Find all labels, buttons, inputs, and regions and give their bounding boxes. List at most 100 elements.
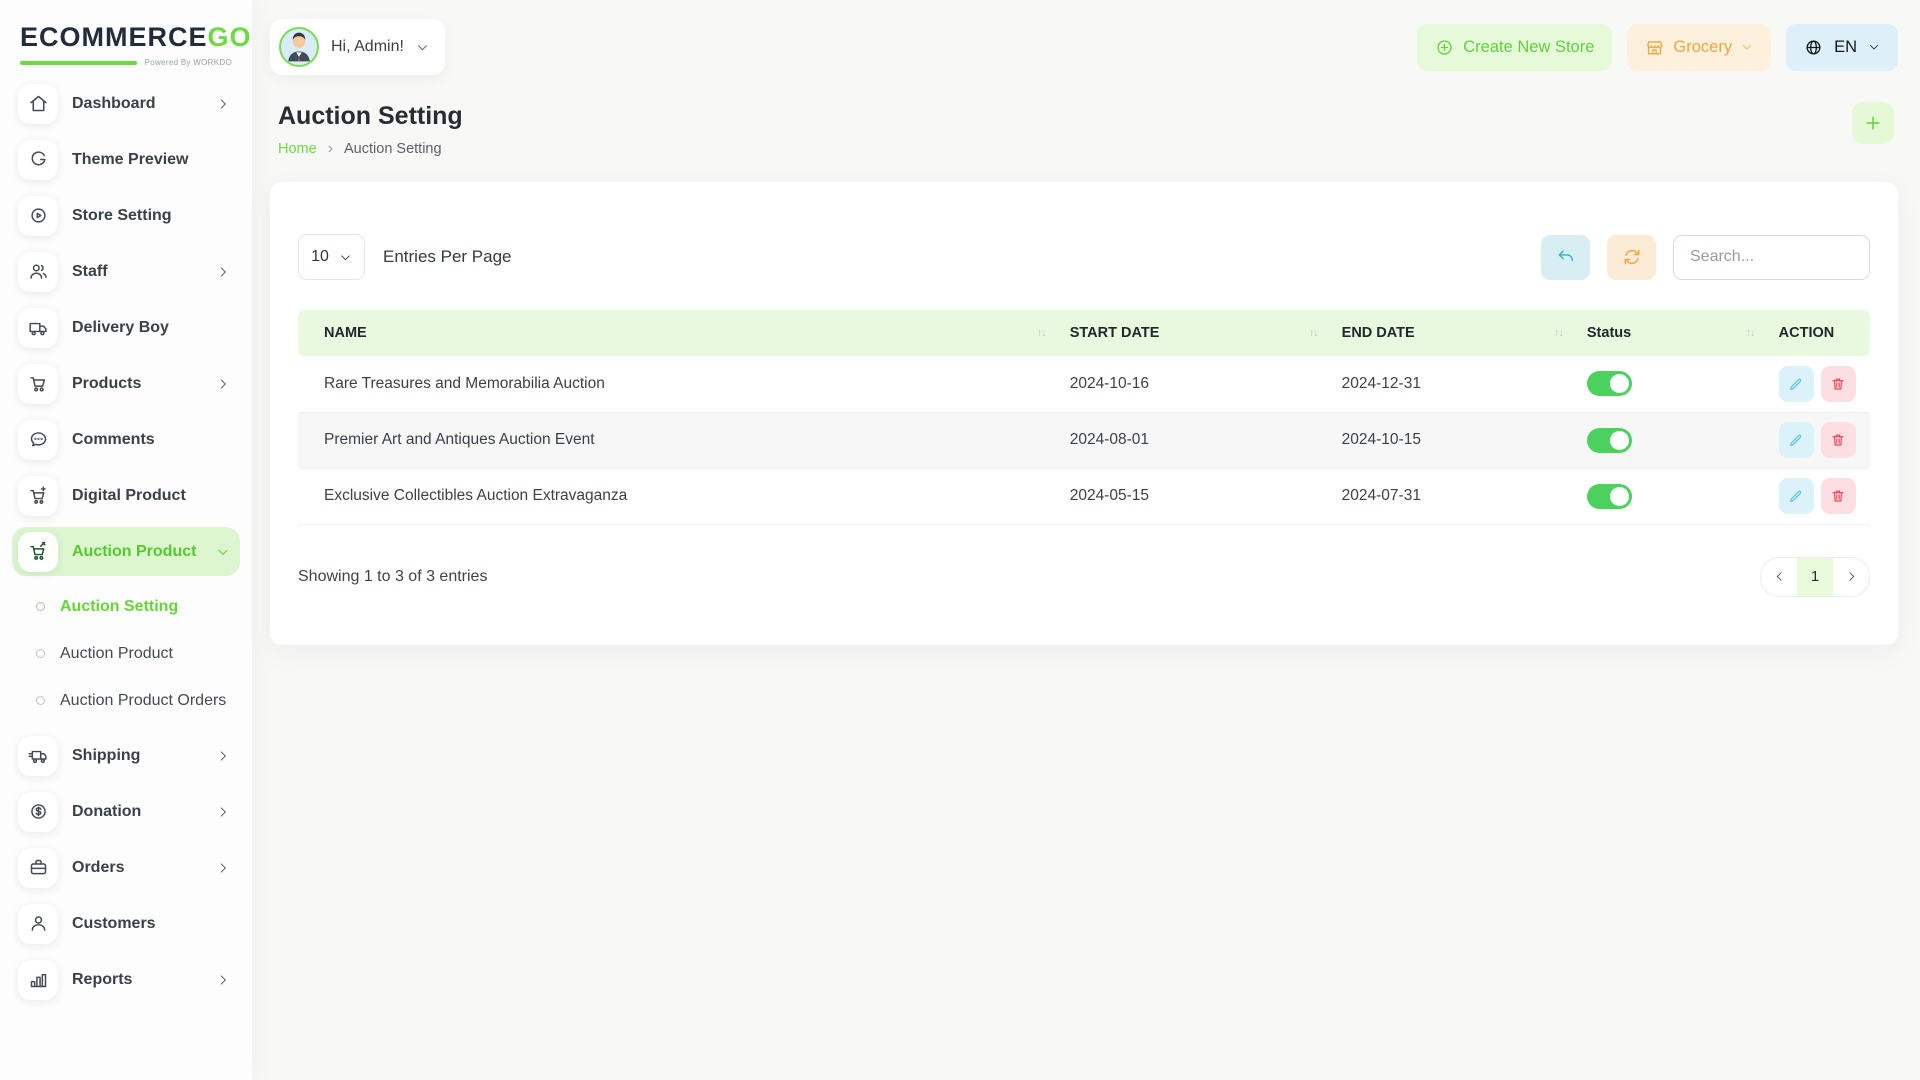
user-icon: [18, 904, 58, 944]
sort-icon: ↑↓: [1309, 327, 1318, 339]
table-header-row: NAME↑↓ START DATE↑↓ END DATE↑↓ Status↑↓ …: [298, 310, 1870, 356]
brand-logo[interactable]: ECOMMERCEGO Powered By WORKDO: [12, 16, 240, 69]
end-date: 2024-12-31: [1328, 356, 1573, 412]
current-page[interactable]: 1: [1797, 558, 1833, 596]
sidebar-nav: Dashboard Theme Preview Store Setting St…: [12, 79, 240, 1070]
sidebar-item-products[interactable]: Products: [12, 359, 240, 408]
chevron-right-icon: [216, 749, 230, 763]
sidebar-item-orders[interactable]: Orders: [12, 843, 240, 892]
delete-button[interactable]: [1821, 366, 1856, 402]
sidebar-item-reports[interactable]: Reports: [12, 955, 240, 1004]
breadcrumb: Home › Auction Setting: [278, 140, 463, 158]
entries-summary: Showing 1 to 3 of 3 entries: [298, 568, 487, 586]
table-row: Exclusive Collectibles Auction Extravaga…: [298, 468, 1870, 524]
chevron-right-icon: [216, 265, 230, 279]
sidebar-item-donation[interactable]: Donation: [12, 787, 240, 836]
logo-underline: [20, 61, 137, 65]
sidebar-item-dashboard[interactable]: Dashboard: [12, 79, 240, 128]
column-header-name[interactable]: NAME↑↓: [298, 310, 1056, 356]
comment-icon: [18, 420, 58, 460]
table-row: Premier Art and Antiques Auction Event 2…: [298, 412, 1870, 468]
chevron-down-icon: [1741, 41, 1753, 53]
user-menu[interactable]: Hi, Admin!: [270, 19, 445, 75]
chevron-right-icon: [216, 97, 230, 111]
chevron-right-icon: [216, 377, 230, 391]
start-date: 2024-05-15: [1056, 468, 1328, 524]
page-title: Auction Setting: [278, 102, 463, 131]
delete-button[interactable]: [1821, 478, 1856, 514]
edit-button[interactable]: [1779, 422, 1814, 458]
auction-name: Premier Art and Antiques Auction Event: [298, 412, 1056, 468]
sort-icon: ↑↓: [1746, 327, 1755, 339]
chevron-down-icon: [339, 251, 352, 264]
store-icon: [1645, 38, 1664, 57]
store-selector-button[interactable]: Grocery: [1627, 24, 1771, 71]
auction-name: Rare Treasures and Memorabilia Auction: [298, 356, 1056, 412]
status-toggle[interactable]: [1587, 484, 1632, 509]
truck-icon: [18, 308, 58, 348]
refresh-button[interactable]: [1607, 235, 1656, 280]
entries-per-page-label: Entries Per Page: [383, 247, 512, 267]
add-auction-setting-button[interactable]: [1852, 102, 1894, 144]
sidebar-subitem-auction-product[interactable]: Auction Product: [36, 630, 240, 677]
entries-per-page-select[interactable]: 10: [298, 234, 365, 280]
edit-button[interactable]: [1779, 366, 1814, 402]
table-row: Rare Treasures and Memorabilia Auction 2…: [298, 356, 1870, 412]
status-toggle[interactable]: [1587, 371, 1632, 396]
create-new-store-button[interactable]: Create New Store: [1417, 24, 1612, 71]
sidebar-item-staff[interactable]: Staff: [12, 247, 240, 296]
column-header-start-date[interactable]: START DATE↑↓: [1056, 310, 1328, 356]
sidebar-subitem-auction-setting[interactable]: Auction Setting: [36, 583, 240, 630]
undo-button[interactable]: [1541, 235, 1590, 280]
sidebar-item-comments[interactable]: Comments: [12, 415, 240, 464]
breadcrumb-separator: ›: [328, 140, 333, 158]
edit-button[interactable]: [1779, 478, 1814, 514]
plus-circle-icon: [1435, 38, 1454, 57]
chevron-right-icon: [216, 805, 230, 819]
sidebar-item-shipping[interactable]: Shipping: [12, 731, 240, 780]
delete-button[interactable]: [1821, 422, 1856, 458]
sidebar-item-customers[interactable]: Customers: [12, 899, 240, 948]
users-icon: [18, 252, 58, 292]
previous-page-button[interactable]: [1761, 558, 1797, 596]
topbar: Hi, Admin! Create New Store Grocery EN: [270, 0, 1898, 90]
brand-accent: GO: [208, 22, 252, 52]
home-icon: [18, 84, 58, 124]
sidebar-item-store-setting[interactable]: Store Setting: [12, 191, 240, 240]
bar-chart-icon: [18, 960, 58, 1000]
greeting-label: Hi, Admin!: [331, 38, 404, 56]
chevron-down-icon: [216, 545, 230, 559]
chevron-right-icon: [216, 973, 230, 987]
breadcrumb-home-link[interactable]: Home: [278, 141, 317, 157]
cart-icon: [18, 364, 58, 404]
language-selector-button[interactable]: EN: [1786, 24, 1898, 71]
sidebar-subitem-auction-product-orders[interactable]: Auction Product Orders: [36, 677, 240, 724]
sidebar-item-auction-product[interactable]: Auction Product: [12, 527, 240, 576]
auction-name: Exclusive Collectibles Auction Extravaga…: [298, 468, 1056, 524]
column-header-action: ACTION: [1765, 310, 1870, 356]
start-date: 2024-08-01: [1056, 412, 1328, 468]
cart-plus-icon: [18, 476, 58, 516]
sort-icon: ↑↓: [1037, 327, 1046, 339]
sidebar-item-theme-preview[interactable]: Theme Preview: [12, 135, 240, 184]
table-controls: 10 Entries Per Page: [298, 234, 1870, 280]
start-date: 2024-10-16: [1056, 356, 1328, 412]
refresh-icon: [1622, 247, 1642, 267]
trash-icon: [1830, 376, 1846, 392]
column-header-end-date[interactable]: END DATE↑↓: [1328, 310, 1573, 356]
next-page-button[interactable]: [1833, 558, 1869, 596]
auction-settings-table: NAME↑↓ START DATE↑↓ END DATE↑↓ Status↑↓ …: [298, 310, 1870, 525]
column-header-status[interactable]: Status↑↓: [1573, 310, 1765, 356]
page-head: Auction Setting Home › Auction Setting: [270, 90, 1898, 158]
pencil-icon: [1788, 376, 1804, 392]
sidebar-item-digital-product[interactable]: Digital Product: [12, 471, 240, 520]
bullet-icon: [36, 602, 45, 611]
status-toggle[interactable]: [1587, 428, 1632, 453]
powered-by-label: Powered By WORKDO: [145, 58, 232, 67]
sidebar-item-delivery-boy[interactable]: Delivery Boy: [12, 303, 240, 352]
end-date: 2024-07-31: [1328, 468, 1573, 524]
end-date: 2024-10-15: [1328, 412, 1573, 468]
briefcase-icon: [18, 848, 58, 888]
sort-icon: ↑↓: [1554, 327, 1563, 339]
search-input[interactable]: [1673, 235, 1870, 280]
